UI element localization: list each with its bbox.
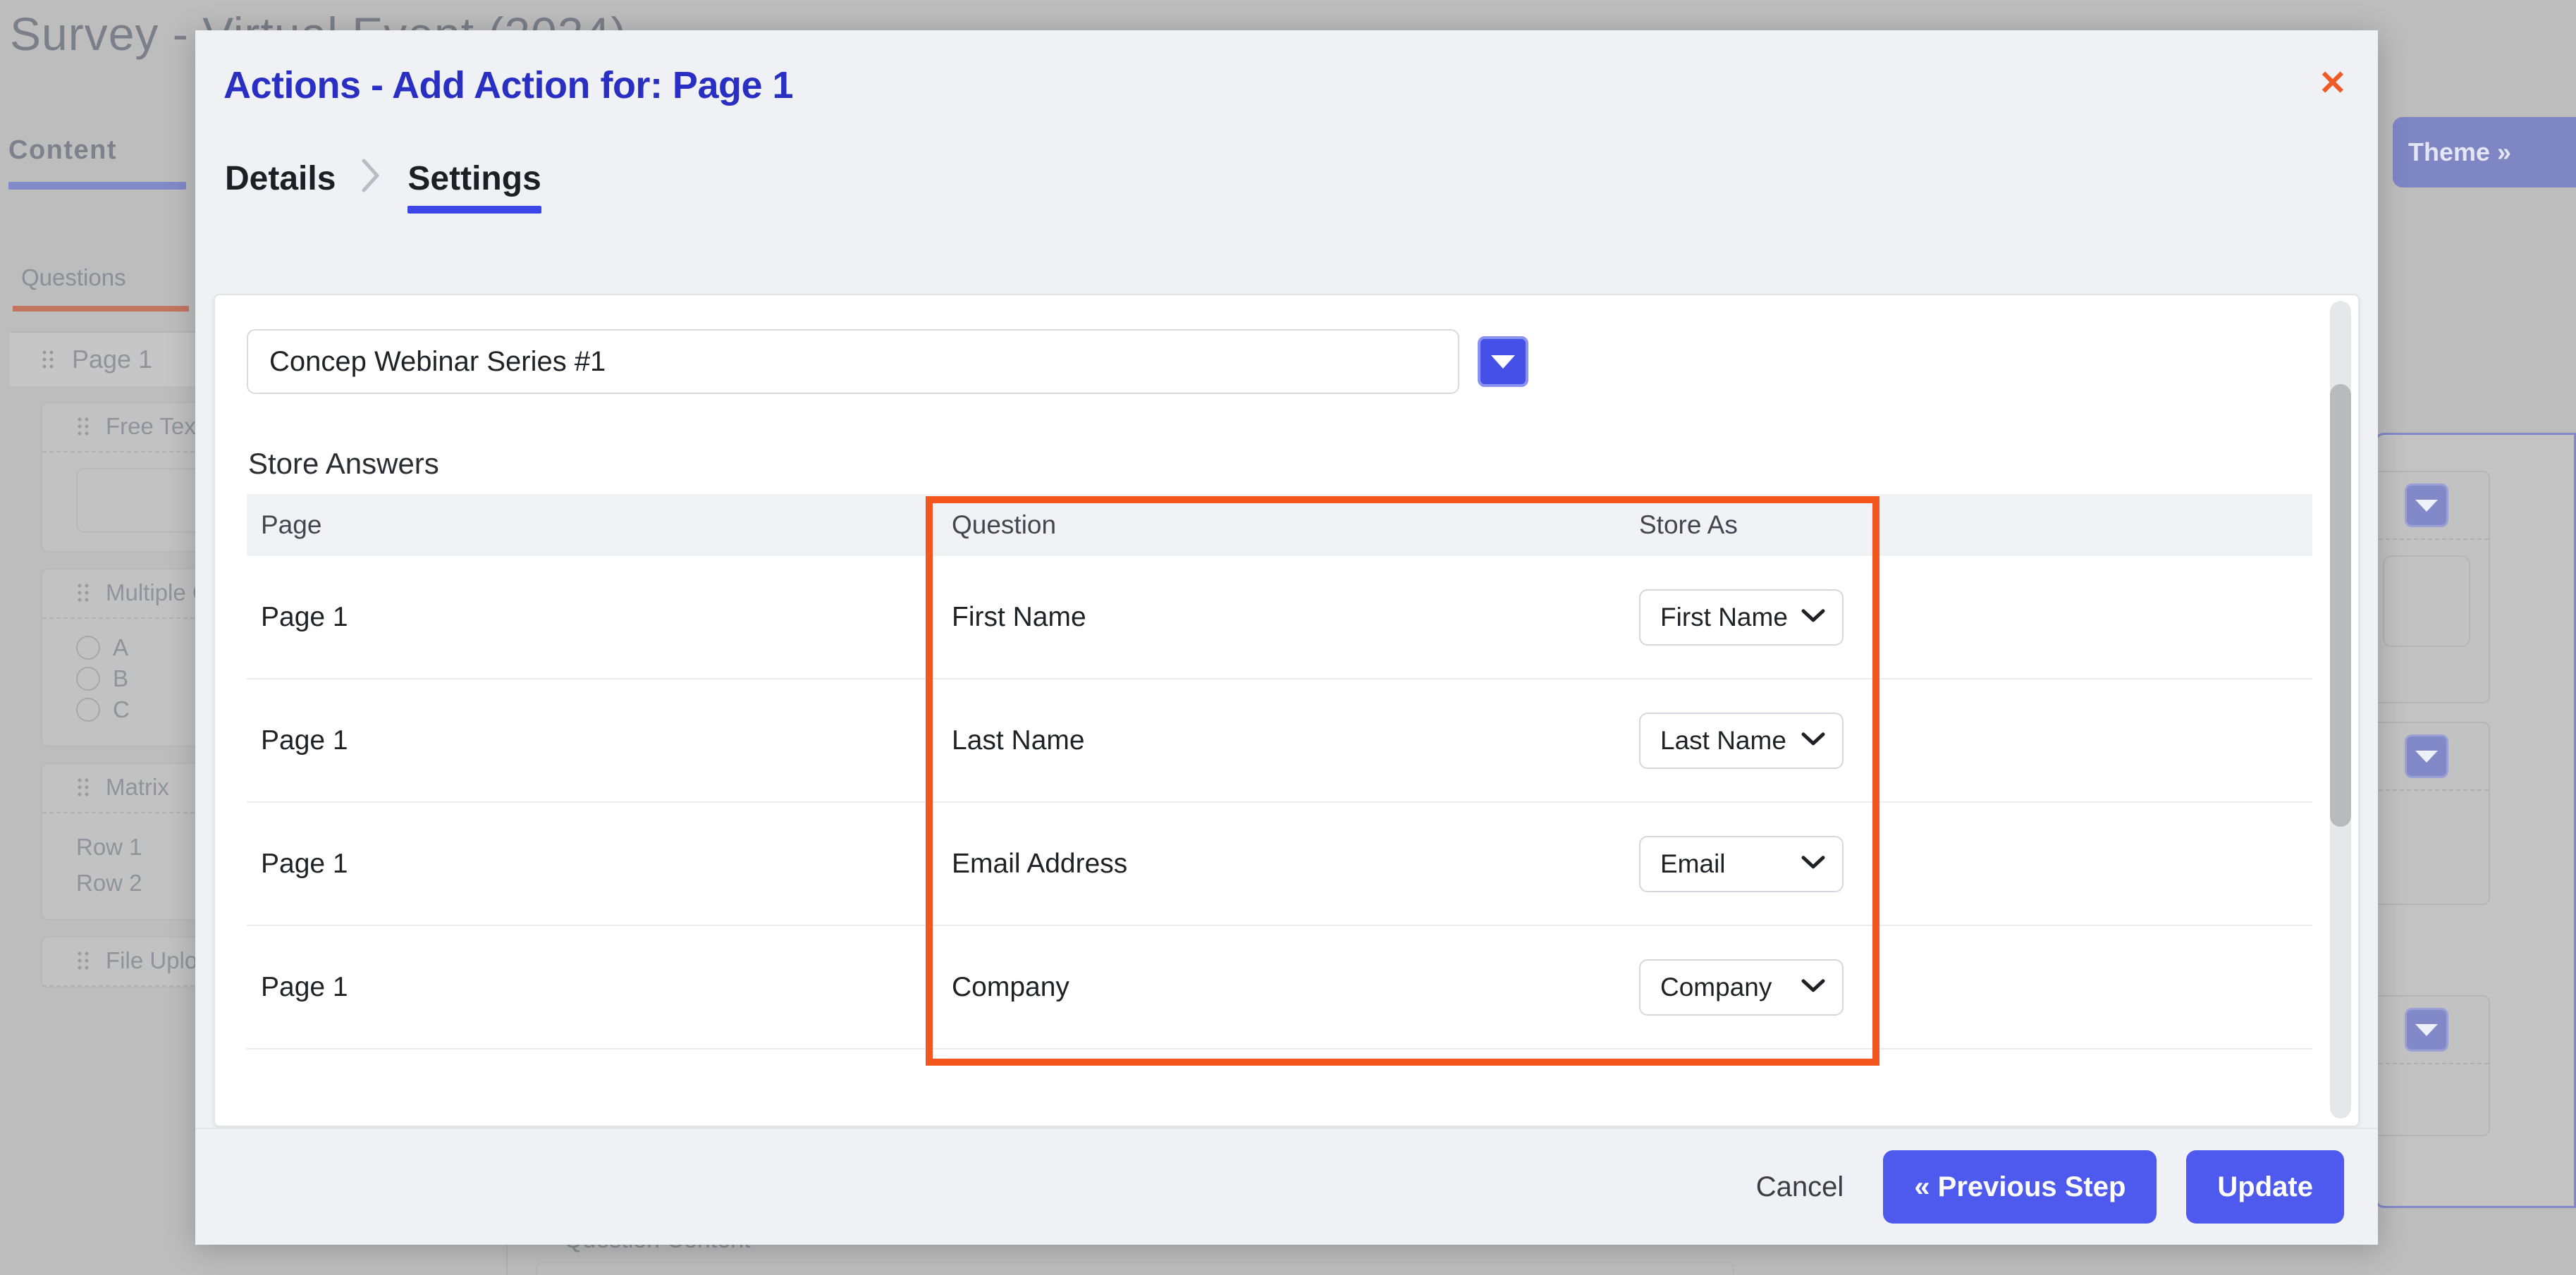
right-panel-card[interactable] (2363, 995, 2490, 1136)
store-answers-label: Store Answers (248, 447, 439, 480)
cell-page: Page 1 (261, 848, 348, 879)
cell-store-as: Last Name (1625, 712, 2312, 769)
cell-question: Company (952, 971, 1069, 1002)
question-content-editor[interactable] (536, 1262, 1734, 1275)
table-row: Page 1 Email Address Email (247, 803, 2312, 926)
update-button[interactable]: Update (2186, 1150, 2344, 1224)
panel-scrollbar[interactable] (2330, 301, 2351, 1119)
right-panel-card-header (2365, 997, 2489, 1064)
cell-question: Email Address (952, 848, 1128, 879)
radio-icon[interactable] (76, 636, 100, 660)
settings-panel: Store Answers Page Question Store As Pag… (214, 294, 2360, 1127)
chevron-right-icon (360, 157, 384, 202)
question-card-title: Matrix (106, 774, 169, 800)
table-row: Page 1 Company Company (247, 926, 2312, 1049)
chevron-down-icon[interactable] (2405, 734, 2448, 778)
cell-page: Page 1 (261, 601, 348, 632)
action-name-input[interactable] (247, 329, 1459, 394)
modal-title: Actions - Add Action for: Page 1 (223, 64, 794, 106)
right-panel-card[interactable] (2363, 722, 2490, 905)
page-chip-label: Page 1 (72, 345, 153, 374)
tab-content[interactable]: Content (8, 135, 117, 166)
breadcrumb-step-settings[interactable]: Settings (407, 159, 542, 214)
table-row: Page 1 Last Name Last Name (247, 679, 2312, 803)
column-header-page: Page (261, 510, 322, 539)
close-icon[interactable]: ✕ (2319, 67, 2347, 101)
breadcrumb-step-details[interactable]: Details (225, 159, 336, 214)
cell-question: Last Name (952, 725, 1085, 756)
right-panel-card-header (2365, 472, 2489, 540)
cell-store-as: Company (1625, 959, 2312, 1016)
drag-handle-icon[interactable] (76, 416, 90, 437)
right-panel-card-header (2365, 723, 2489, 791)
subtab-questions[interactable]: Questions (21, 264, 126, 291)
table-header-row: Page Question Store As (247, 494, 2312, 556)
table-row: Page 1 First Name First Name (247, 556, 2312, 679)
cancel-button[interactable]: Cancel (1746, 1164, 1854, 1210)
right-panel-card-body (2383, 555, 2470, 647)
action-name-row (247, 329, 1528, 394)
breadcrumb: Details Settings (225, 157, 542, 216)
cell-page: Page 1 (261, 725, 348, 756)
previous-step-button[interactable]: « Previous Step (1883, 1150, 2157, 1224)
radio-label: A (113, 634, 129, 660)
theme-button[interactable]: Theme » (2393, 117, 2576, 187)
question-card-title: Free Text (106, 413, 202, 439)
radio-label: C (113, 696, 130, 722)
chevron-down-icon[interactable] (2405, 483, 2448, 527)
cell-question: First Name (952, 601, 1086, 632)
column-header-question: Question (952, 510, 1057, 539)
store-as-select[interactable]: Last Name (1639, 712, 1844, 769)
store-as-select[interactable]: Company (1639, 959, 1844, 1016)
chevron-down-icon[interactable] (1478, 336, 1528, 387)
radio-icon[interactable] (76, 667, 100, 691)
add-action-modal: Actions - Add Action for: Page 1 ✕ Detai… (195, 30, 2378, 1245)
panel-scrollbar-thumb[interactable] (2330, 384, 2351, 827)
drag-handle-icon[interactable] (76, 582, 90, 603)
right-panel-card[interactable] (2363, 471, 2490, 703)
chevron-down-icon[interactable] (2405, 1008, 2448, 1052)
cell-page: Page 1 (261, 971, 348, 1002)
subtab-questions-underline (13, 306, 189, 312)
cell-store-as: Email (1625, 835, 2312, 892)
drag-handle-icon[interactable] (76, 950, 90, 972)
store-as-select[interactable]: First Name (1639, 589, 1844, 646)
modal-footer: Cancel « Previous Step Update (195, 1128, 2378, 1245)
store-as-select[interactable]: Email (1639, 835, 1844, 892)
radio-icon[interactable] (76, 698, 100, 722)
store-answers-table: Page Question Store As Page 1 First Name… (247, 494, 2312, 1049)
tab-content-underline (8, 182, 186, 190)
drag-handle-icon[interactable] (41, 349, 55, 370)
column-header-store-as: Store As (1639, 510, 1738, 539)
drag-handle-icon[interactable] (76, 777, 90, 798)
radio-label: B (113, 665, 129, 691)
cell-store-as: First Name (1625, 589, 2312, 646)
